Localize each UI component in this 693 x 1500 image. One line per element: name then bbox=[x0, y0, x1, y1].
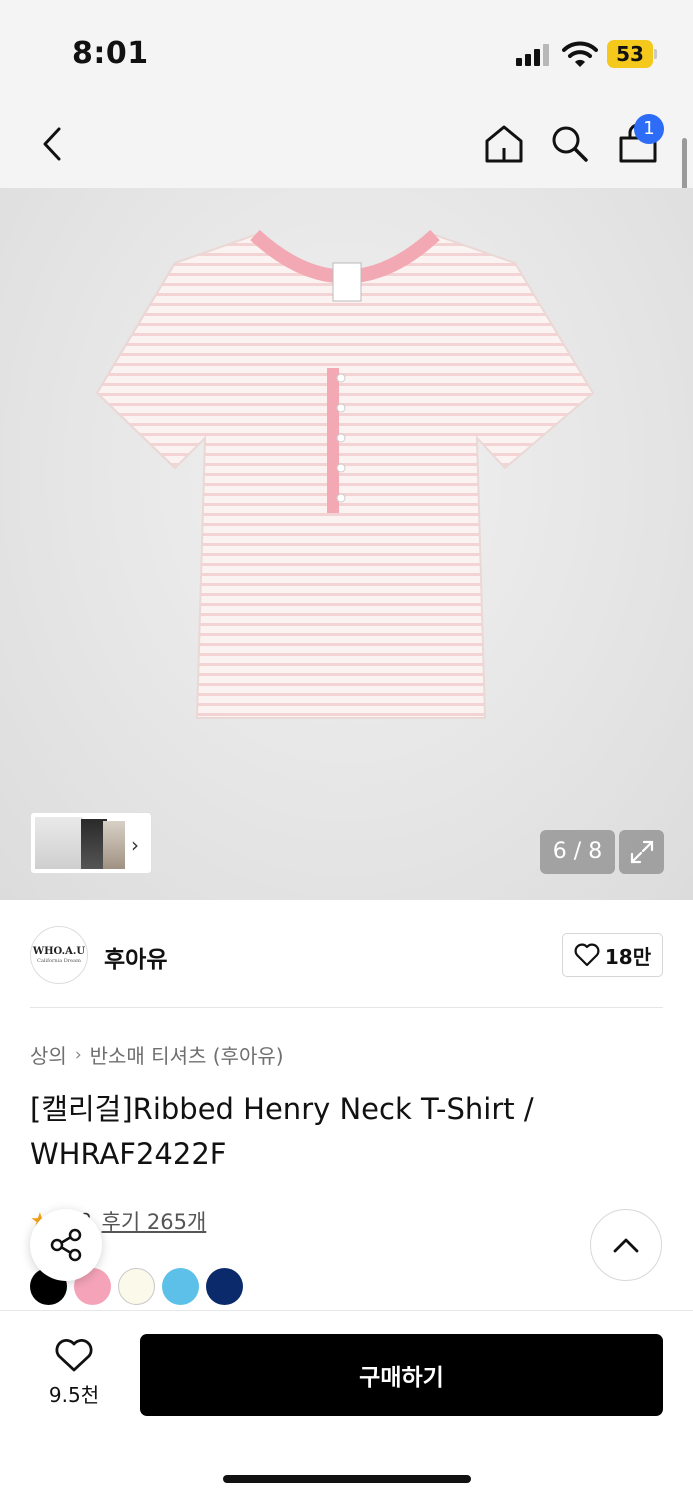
brand-like-button[interactable]: 18만 bbox=[562, 933, 663, 977]
review-link[interactable]: 후기 265개 bbox=[102, 1206, 207, 1236]
thumbnail-image bbox=[35, 817, 83, 869]
product-image bbox=[95, 229, 595, 719]
scroll-to-top-button[interactable] bbox=[590, 1209, 662, 1281]
chevron-up-icon bbox=[613, 1238, 639, 1253]
color-swatch-navy[interactable] bbox=[206, 1268, 243, 1305]
home-indicator bbox=[223, 1475, 471, 1483]
status-bar: 8:01 53 bbox=[0, 0, 693, 100]
chevron-right-icon: › bbox=[131, 833, 139, 857]
battery-level: 53 bbox=[607, 40, 653, 68]
color-swatch-sky-blue[interactable] bbox=[162, 1268, 199, 1305]
breadcrumb: 상의 › 반소매 티셔츠 (후아유) bbox=[30, 1040, 284, 1069]
share-icon bbox=[50, 1228, 82, 1262]
heart-icon bbox=[55, 1339, 93, 1372]
brand-logo[interactable]: WHO.A.U California Dream bbox=[30, 926, 88, 984]
brand-logo-subtext: California Dream bbox=[37, 958, 81, 964]
wishlist-count: 9.5천 bbox=[48, 1383, 100, 1407]
cellular-signal-icon bbox=[516, 44, 549, 66]
brand-like-count: 18만 bbox=[604, 944, 652, 969]
bottom-action-bar: 9.5천 구매하기 bbox=[0, 1310, 693, 1500]
image-counter: 6 / 8 bbox=[540, 830, 615, 874]
wifi-icon bbox=[562, 41, 598, 67]
product-title: [캘리걸]Ribbed Henry Neck T-Shirt / WHRAF24… bbox=[30, 1092, 534, 1171]
breadcrumb-category[interactable]: 상의 bbox=[30, 1040, 67, 1069]
product-image-gallery[interactable]: › 6 / 8 bbox=[0, 188, 693, 900]
nav-bar bbox=[0, 100, 693, 188]
search-button[interactable] bbox=[542, 116, 598, 172]
back-icon bbox=[43, 127, 61, 161]
brand-row: WHO.A.U California Dream 후아유 18만 bbox=[0, 900, 693, 1008]
brand-name[interactable]: 후아유 bbox=[104, 940, 167, 974]
breadcrumb-subcategory[interactable]: 반소매 티셔츠 (후아유) bbox=[90, 1040, 284, 1069]
expand-button[interactable] bbox=[619, 830, 664, 874]
home-icon bbox=[485, 125, 523, 163]
color-swatch-cream[interactable] bbox=[118, 1268, 155, 1305]
heart-icon bbox=[574, 943, 600, 967]
thumbnail-image bbox=[103, 821, 125, 869]
chevron-right-icon: › bbox=[74, 1044, 82, 1065]
back-button[interactable] bbox=[24, 116, 80, 172]
share-button[interactable] bbox=[30, 1209, 102, 1281]
status-time: 8:01 bbox=[72, 36, 149, 71]
buy-button[interactable]: 구매하기 bbox=[140, 1334, 663, 1416]
expand-icon bbox=[630, 840, 653, 864]
thumbnail-strip[interactable]: › bbox=[30, 812, 152, 874]
search-icon bbox=[552, 126, 588, 162]
brand-logo-text: WHO.A.U bbox=[32, 946, 86, 957]
divider bbox=[30, 1007, 663, 1008]
home-button[interactable] bbox=[476, 116, 532, 172]
bag-count-badge: 1 bbox=[634, 114, 664, 144]
wishlist-button[interactable]: 9.5천 bbox=[30, 1339, 118, 1419]
battery-icon: 53 bbox=[607, 40, 657, 68]
